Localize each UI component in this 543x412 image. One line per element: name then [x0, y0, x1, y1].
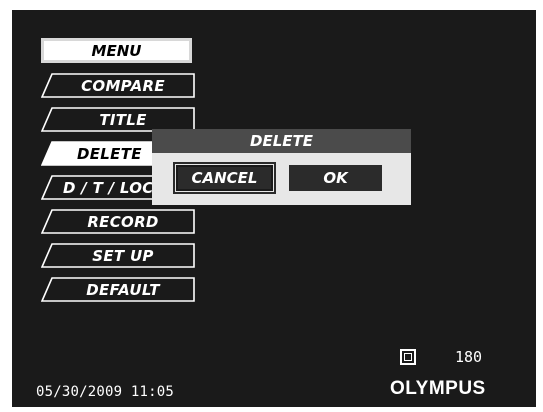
menu-item-label: RECORD [87, 212, 159, 231]
remaining-shots-count: 180 [455, 348, 483, 366]
menu-item-label: COMPARE [81, 76, 165, 95]
single-frame-icon [400, 349, 416, 365]
menu-item-setup[interactable]: SET UP [41, 243, 195, 268]
camera-screen: MENU COMPARE TITLE DELETE D / T / LOCK R… [12, 10, 536, 407]
brand-logo: OLYMPUS [390, 378, 486, 399]
dialog-title: DELETE [152, 129, 411, 153]
menu-header: MENU [41, 38, 192, 63]
delete-dialog: DELETE CANCEL OK [152, 129, 411, 205]
date-time-stamp: 05/30/2009 11:05 [36, 384, 175, 400]
menu-item-record[interactable]: RECORD [41, 209, 195, 234]
menu-item-default[interactable]: DEFAULT [41, 277, 195, 302]
menu-item-label: DEFAULT [86, 280, 160, 299]
menu-item-compare[interactable]: COMPARE [41, 73, 195, 98]
menu-header-label: MENU [91, 41, 142, 60]
cancel-button[interactable]: CANCEL [173, 162, 276, 194]
ok-button[interactable]: OK [289, 165, 382, 191]
menu-item-label: SET UP [92, 246, 154, 265]
